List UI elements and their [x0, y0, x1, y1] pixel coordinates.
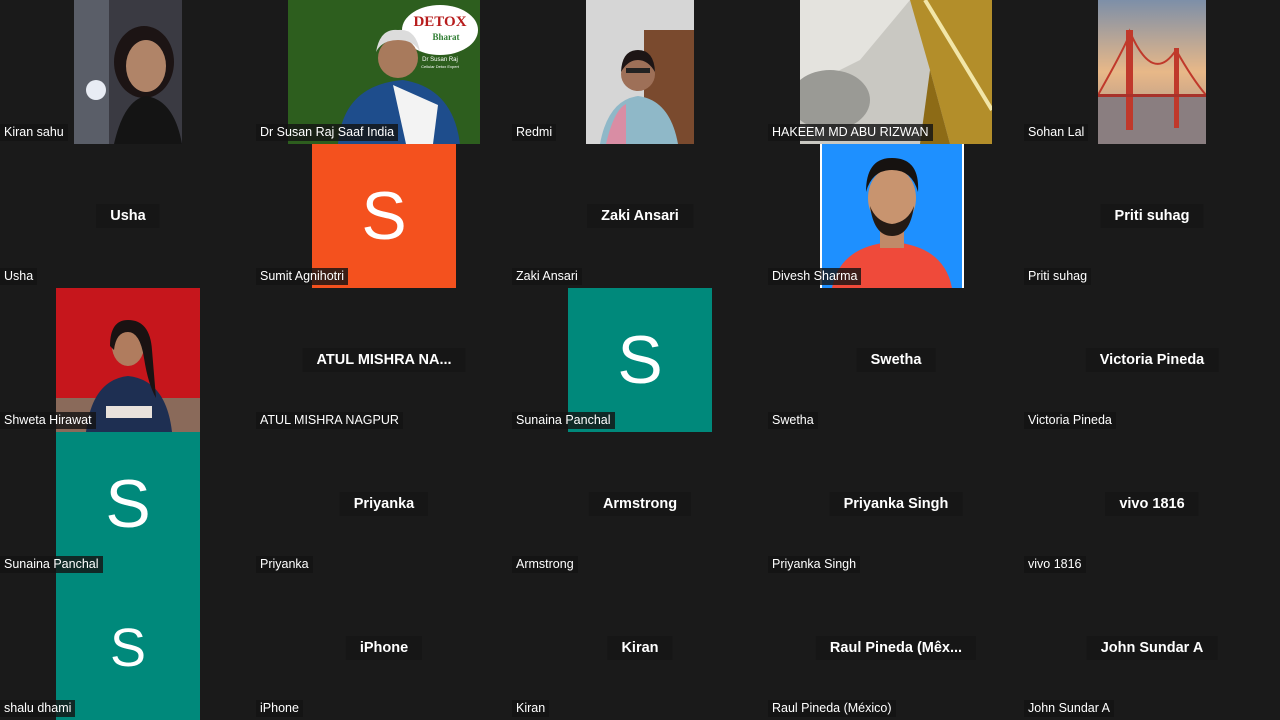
participant-name: John Sundar A	[1024, 700, 1115, 717]
participant-tile-john[interactable]: John Sundar A John Sundar A	[1024, 576, 1280, 720]
participant-video	[56, 288, 200, 432]
participant-display-name: iPhone	[345, 636, 423, 660]
participant-name: ATUL MISHRA NAGPUR	[256, 412, 403, 429]
participant-name: Priyanka Singh	[768, 556, 861, 573]
participant-display-name: Swetha	[856, 348, 936, 372]
participant-video	[74, 0, 182, 144]
participant-tile-raul[interactable]: Raul Pineda (Mêx... Raul Pineda (México)	[768, 576, 1024, 720]
participant-name: Redmi	[512, 124, 557, 141]
participant-tile-kiran-sahu[interactable]: Kiran sahu	[0, 0, 256, 144]
avatar: S	[56, 432, 200, 576]
participant-display-name: Priti suhag	[1100, 204, 1204, 228]
logo-role: Cellular Detox Expert	[421, 64, 460, 69]
participant-tile-priti[interactable]: Priti suhag Priti suhag	[1024, 144, 1280, 288]
participant-tile-susan-raj[interactable]: DETOX Bharat Dr Susan Raj Cellular Detox…	[256, 0, 512, 144]
participant-name: Sumit Agnihotri	[256, 268, 349, 285]
participant-display-name: Priyanka	[339, 492, 429, 516]
participant-name: Armstrong	[512, 556, 578, 573]
participant-name: Swetha	[768, 412, 818, 429]
participant-name: Shweta Hirawat	[0, 412, 96, 429]
participant-video	[820, 144, 964, 288]
participant-display-name: Priyanka Singh	[829, 492, 963, 516]
participant-tile-shalu[interactable]: S shalu dhami	[0, 576, 256, 720]
participant-tile-victoria[interactable]: Victoria Pineda Victoria Pineda	[1024, 288, 1280, 432]
participant-tile-priyanka-singh[interactable]: Priyanka Singh Priyanka Singh	[768, 432, 1024, 576]
avatar-initial: S	[109, 618, 147, 678]
participant-tile-atul[interactable]: ATUL MISHRA NA... ATUL MISHRA NAGPUR	[256, 288, 512, 432]
participant-name: iPhone	[256, 700, 303, 717]
participant-tile-divesh[interactable]: Divesh Sharma	[768, 144, 1024, 288]
participant-video	[1098, 0, 1206, 144]
participant-tile-iphone[interactable]: iPhone iPhone	[256, 576, 512, 720]
participant-display-name: Victoria Pineda	[1085, 348, 1219, 372]
participant-tile-hakeem[interactable]: HAKEEM MD ABU RIZWAN	[768, 0, 1024, 144]
avatar-initial: S	[617, 322, 663, 398]
participant-name: Raul Pineda (México)	[768, 700, 896, 717]
participant-name: Kiran	[512, 700, 550, 717]
participant-video: DETOX Bharat Dr Susan Raj Cellular Detox…	[288, 0, 480, 144]
participant-display-name: Kiran	[607, 636, 673, 660]
participant-name: Sunaina Panchal	[512, 412, 615, 429]
participant-tile-redmi[interactable]: Redmi	[512, 0, 768, 144]
participant-name: Usha	[0, 268, 38, 285]
participant-video	[800, 0, 992, 144]
participant-tile-swetha[interactable]: Swetha Swetha	[768, 288, 1024, 432]
participant-display-name: vivo 1816	[1105, 492, 1199, 516]
participant-display-name: ATUL MISHRA NA...	[302, 348, 466, 372]
participant-tile-usha[interactable]: Usha Usha	[0, 144, 256, 288]
participant-name: Priti suhag	[1024, 268, 1092, 285]
participant-tile-sumit[interactable]: S Sumit Agnihotri	[256, 144, 512, 288]
participant-tile-zaki[interactable]: Zaki Ansari Zaki Ansari	[512, 144, 768, 288]
participant-tile-vivo[interactable]: vivo 1816 vivo 1816	[1024, 432, 1280, 576]
participant-name: Sunaina Panchal	[0, 556, 103, 573]
participant-display-name: Armstrong	[588, 492, 692, 516]
participant-tile-sohan-lal[interactable]: Sohan Lal	[1024, 0, 1280, 144]
logo-name: Dr Susan Raj	[422, 57, 458, 63]
participant-name: Divesh Sharma	[768, 268, 862, 285]
participant-tile-sunaina-1[interactable]: S Sunaina Panchal	[512, 288, 768, 432]
participant-display-name: Zaki Ansari	[587, 204, 693, 228]
participant-tile-sunaina-2[interactable]: S Sunaina Panchal	[0, 432, 256, 576]
participant-display-name: Raul Pineda (Mêx...	[815, 636, 977, 660]
participant-name: Kiran sahu	[0, 124, 68, 141]
participant-video	[586, 0, 694, 144]
avatar: S	[56, 576, 200, 720]
avatar: S	[312, 144, 456, 288]
participant-tile-kiran[interactable]: Kiran Kiran	[512, 576, 768, 720]
avatar-initial: S	[361, 178, 407, 254]
participant-name: shalu dhami	[0, 700, 76, 717]
participant-name: Zaki Ansari	[512, 268, 582, 285]
participant-tile-armstrong[interactable]: Armstrong Armstrong	[512, 432, 768, 576]
detox-logo-sub: Bharat	[433, 32, 460, 42]
participant-display-name: John Sundar A	[1086, 636, 1218, 660]
avatar: S	[568, 288, 712, 432]
participant-name: Victoria Pineda	[1024, 412, 1116, 429]
participant-name: vivo 1816	[1024, 556, 1086, 573]
participant-name: Sohan Lal	[1024, 124, 1089, 141]
avatar-initial: S	[105, 466, 151, 542]
participant-gallery: Kiran sahu DETOX Bharat Dr Susan Raj Cel…	[0, 0, 1280, 720]
detox-logo-title: DETOX	[413, 14, 466, 30]
participant-name: Priyanka	[256, 556, 313, 573]
participant-name: Dr Susan Raj Saaf India	[256, 124, 399, 141]
participant-tile-shweta[interactable]: Shweta Hirawat	[0, 288, 256, 432]
participant-display-name: Usha	[96, 204, 160, 228]
participant-name: HAKEEM MD ABU RIZWAN	[768, 124, 933, 141]
participant-tile-priyanka[interactable]: Priyanka Priyanka	[256, 432, 512, 576]
